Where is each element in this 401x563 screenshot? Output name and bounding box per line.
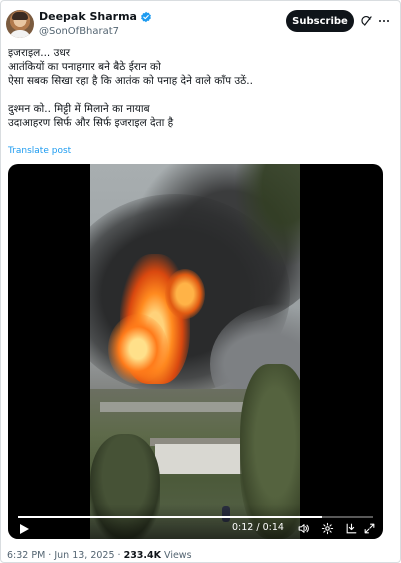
post-text-line: आतंकियों का पनाहगार बने बैठे ईरान को <box>8 61 161 73</box>
tree-branch <box>230 164 300 274</box>
subscribe-button[interactable]: Subscribe <box>286 10 354 32</box>
post-text-line: ऐसा सबक सिखा रहा है कि आतंक को पनाह देने… <box>8 75 253 87</box>
more-icon[interactable] <box>378 18 390 24</box>
grok-icon[interactable] <box>360 14 374 28</box>
video-current-time: 0:12 <box>232 522 254 533</box>
author-name[interactable]: Deepak Sharma <box>39 10 137 24</box>
post-date[interactable]: Jun 13, 2025 <box>54 550 114 561</box>
post-text: इजराइल... उधर आतंकियों का पनाहगार बने बै… <box>8 46 388 130</box>
video-frame <box>90 164 300 539</box>
download-icon[interactable] <box>345 522 358 535</box>
verified-badge-icon <box>141 11 151 23</box>
post-text-line: दुश्मन को.. मिट्टी में मिलाने का नायाब <box>8 103 150 115</box>
video-controls: 0:12 / 0:14 <box>8 504 383 539</box>
translate-post-link[interactable]: Translate post <box>8 145 71 157</box>
video-player[interactable]: 0:12 / 0:14 <box>8 164 383 539</box>
fullscreen-icon[interactable] <box>363 522 376 535</box>
settings-icon[interactable] <box>321 522 334 535</box>
author-handle[interactable]: @SonOfBharat7 <box>39 25 119 38</box>
video-progress-fill <box>18 516 323 518</box>
post-text-blank-line <box>8 88 388 102</box>
volume-icon[interactable] <box>297 522 310 535</box>
video-time-separator: / <box>253 522 263 533</box>
post-meta: 6:32 PM · Jun 13, 2025 · 233.4K Views <box>7 550 192 562</box>
fire <box>108 314 168 384</box>
views-count: 233.4K <box>123 550 161 561</box>
video-duration: 0:14 <box>262 522 284 533</box>
avatar[interactable] <box>6 10 34 38</box>
author-name-row[interactable]: Deepak Sharma <box>39 10 152 24</box>
play-icon[interactable] <box>18 523 30 535</box>
wall <box>100 402 250 412</box>
views-label: Views <box>164 550 192 561</box>
video-time: 0:12 / 0:14 <box>232 522 284 534</box>
avatar-hair <box>12 12 28 20</box>
post-time[interactable]: 6:32 PM <box>7 550 45 561</box>
post-header: Deepak Sharma @SonOfBharat7 Subscribe <box>6 8 395 44</box>
post-text-line: इजराइल... उधर <box>8 47 71 59</box>
meta-separator: · <box>45 550 55 561</box>
avatar-shirt <box>9 30 31 38</box>
post-text-line: उदाआहरण सिर्फ और सिर्फ इजराइल देता है <box>8 117 174 129</box>
video-progress-bar[interactable] <box>18 516 373 518</box>
fire <box>165 269 205 319</box>
meta-separator: · <box>114 550 124 561</box>
